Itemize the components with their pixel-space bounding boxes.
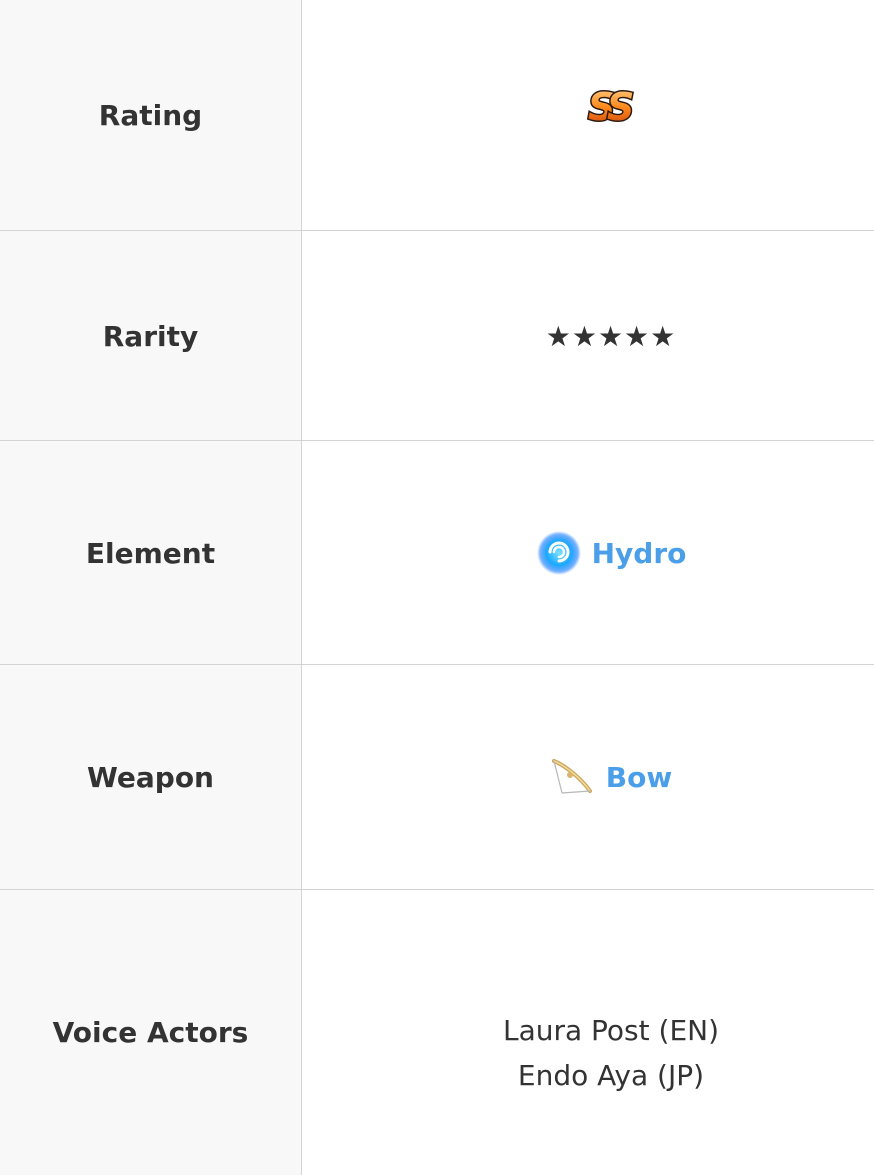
element-label: Element xyxy=(85,536,216,570)
svg-text:S: S xyxy=(607,85,634,127)
voice-actors-value-cell: Laura Post (EN) Endo Aya (JP) xyxy=(302,890,874,1175)
rating-value-cell: S S xyxy=(302,0,874,230)
element-link-text[interactable]: Hydro xyxy=(592,537,687,570)
weapon-row: Weapon Bow xyxy=(0,664,874,890)
voice-actor-en: Laura Post (EN) xyxy=(502,1013,720,1047)
element-link[interactable]: Hydro xyxy=(536,530,687,576)
voice-actor-jp: Endo Aya (JP) xyxy=(517,1058,705,1092)
rarity-row: Rarity ★★★★★ xyxy=(0,230,874,441)
rarity-value-cell: ★★★★★ xyxy=(302,231,874,441)
rating-label-cell: Rating xyxy=(0,0,302,230)
voice-actors-label: Voice Actors xyxy=(52,1016,249,1049)
element-row: Element Hydro xyxy=(0,440,874,665)
weapon-label-cell: Weapon xyxy=(0,665,302,890)
rating-row: Rating S S xyxy=(0,0,874,230)
rarity-label: Rarity xyxy=(102,319,199,353)
voice-actors-list: Laura Post (EN) Endo Aya (JP) xyxy=(503,1008,719,1098)
weapon-link-text[interactable]: Bow xyxy=(606,761,672,794)
ss-rank-badge-icon: S S xyxy=(585,83,637,128)
weapon-label: Weapon xyxy=(87,761,214,794)
weapon-link[interactable]: Bow xyxy=(550,755,672,801)
hydro-element-icon[interactable] xyxy=(536,530,582,576)
rarity-stars: ★★★★★ xyxy=(545,319,677,353)
bow-weapon-icon[interactable] xyxy=(550,755,596,801)
element-label-cell: Element xyxy=(0,441,302,665)
rating-label: Rating xyxy=(98,98,203,132)
weapon-value-cell: Bow xyxy=(302,665,874,890)
character-info-table: Rating S S Rarity ★★★★★ Element Hydro We… xyxy=(0,0,874,1175)
element-value-cell: Hydro xyxy=(302,441,874,665)
voice-actors-row: Voice Actors Laura Post (EN) Endo Aya (J… xyxy=(0,889,874,1175)
rarity-label-cell: Rarity xyxy=(0,231,302,441)
voice-actors-label-cell: Voice Actors xyxy=(0,890,302,1175)
